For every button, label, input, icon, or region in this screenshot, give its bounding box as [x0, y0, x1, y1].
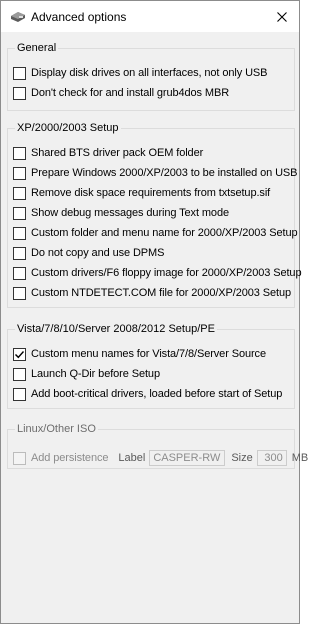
checkbox[interactable]: [13, 367, 26, 381]
option-launch-qdir[interactable]: Launch Q-Dir before Setup: [13, 366, 160, 382]
group-title-linux-iso: Linux/Other ISO: [15, 422, 98, 436]
option-custom-f6-floppy-image[interactable]: Custom drivers/F6 floppy image for 2000/…: [13, 265, 302, 281]
option-label: Launch Q-Dir before Setup: [31, 368, 160, 380]
group-title-general: General: [15, 41, 59, 55]
option-prepare-windows-usb[interactable]: Prepare Windows 2000/XP/2003 to be insta…: [13, 165, 298, 181]
option-label: Custom NTDETECT.COM file for 2000/XP/200…: [31, 287, 292, 299]
checkbox[interactable]: [13, 86, 26, 100]
checkbox[interactable]: [13, 66, 26, 80]
option-label: Custom menu names for Vista/7/8/Server S…: [31, 348, 266, 360]
option-label: Display disk drives on all interfaces, n…: [31, 67, 268, 79]
advanced-options-dialog: Advanced options General Display disk dr…: [0, 0, 308, 624]
option-boot-critical-drivers[interactable]: Add boot-critical drivers, loaded before…: [13, 386, 282, 402]
group-title-vista-setup: Vista/7/8/10/Server 2008/2012 Setup/PE: [15, 322, 217, 336]
option-label: Prepare Windows 2000/XP/2003 to be insta…: [31, 167, 298, 179]
checkbox[interactable]: [13, 266, 26, 280]
checkbox-disabled[interactable]: [13, 451, 26, 465]
option-display-all-drives[interactable]: Display disk drives on all interfaces, n…: [13, 65, 268, 81]
option-no-dpms[interactable]: Do not copy and use DPMS: [13, 245, 164, 261]
size-caption: Size: [231, 452, 253, 464]
option-label: Custom drivers/F6 floppy image for 2000/…: [31, 267, 302, 279]
option-show-debug-messages[interactable]: Show debug messages during Text mode: [13, 205, 229, 221]
checkbox[interactable]: [13, 146, 26, 160]
checkbox[interactable]: [13, 286, 26, 300]
checkbox[interactable]: [13, 226, 26, 240]
checkbox[interactable]: [13, 166, 26, 180]
option-label: Do not copy and use DPMS: [31, 247, 165, 259]
option-custom-folder-menu-name[interactable]: Custom folder and menu name for 2000/XP/…: [13, 225, 298, 241]
checkbox[interactable]: [13, 387, 26, 401]
option-label: Custom folder and menu name for 2000/XP/…: [31, 227, 298, 239]
size-field[interactable]: 300: [256, 450, 287, 466]
checkbox[interactable]: [13, 186, 26, 200]
option-label: Remove disk space requirements from txts…: [31, 187, 271, 199]
persistence-label: Add persistence: [31, 452, 109, 464]
group-xp-setup: XP/2000/2003 Setup Shared BTS driver pac…: [7, 121, 302, 308]
window-title: Advanced options: [31, 10, 127, 24]
option-custom-ntdetect[interactable]: Custom NTDETECT.COM file for 2000/XP/200…: [13, 285, 291, 301]
size-unit: MB: [291, 452, 309, 464]
close-button[interactable]: [265, 1, 299, 32]
option-skip-grub4dos-mbr[interactable]: Don't check for and install grub4dos MBR: [13, 85, 229, 101]
option-label: Add boot-critical drivers, loaded before…: [31, 388, 283, 400]
title-bar[interactable]: Advanced options: [1, 1, 299, 32]
option-custom-menu-names-vista[interactable]: Custom menu names for Vista/7/8/Server S…: [13, 346, 266, 362]
checkmark-icon: [15, 350, 25, 358]
checkbox[interactable]: [13, 206, 26, 220]
option-label: Show debug messages during Text mode: [31, 207, 229, 219]
group-title-xp-setup: XP/2000/2003 Setup: [15, 121, 121, 135]
group-general: General Display disk drives on all inter…: [7, 41, 295, 111]
app-icon: [10, 10, 26, 24]
volume-label-caption: Label: [118, 452, 146, 464]
option-label: Shared BTS driver pack OEM folder: [31, 147, 204, 159]
close-icon: [277, 11, 287, 22]
group-vista-setup: Vista/7/8/10/Server 2008/2012 Setup/PE C…: [7, 322, 295, 409]
option-shared-bts-driver-pack[interactable]: Shared BTS driver pack OEM folder: [13, 145, 203, 161]
group-linux-iso: Linux/Other ISO Add persistence Label CA…: [7, 422, 308, 469]
option-label: Don't check for and install grub4dos MBR: [31, 87, 230, 99]
persistence-row: Add persistence Label CASPER-RW Size 300…: [13, 449, 308, 467]
checkbox-checked[interactable]: [13, 347, 26, 361]
option-remove-disk-space-requirements[interactable]: Remove disk space requirements from txts…: [13, 185, 270, 201]
volume-label-field[interactable]: CASPER-RW: [149, 450, 226, 466]
checkbox[interactable]: [13, 246, 26, 260]
